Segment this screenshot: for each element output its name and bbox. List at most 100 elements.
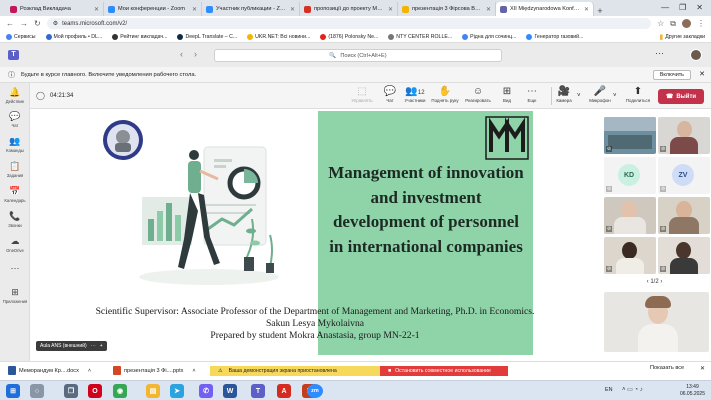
presenter-more-icon[interactable]: ⋯ (91, 343, 96, 349)
participant-video-tile[interactable]: ⊘ (604, 197, 656, 234)
rail-item-calls[interactable]: 📞 Звонки (0, 211, 30, 228)
zoom-icon[interactable]: zm (307, 384, 323, 398)
chevron-up-icon[interactable]: ˄ (192, 368, 195, 374)
close-tab-icon[interactable]: ✕ (192, 6, 197, 13)
user-avatar[interactable] (690, 49, 702, 61)
minimize-icon[interactable]: — (661, 3, 669, 12)
close-icon[interactable]: ✕ (699, 70, 705, 78)
forward-icon[interactable]: → (20, 19, 28, 28)
language-indicator[interactable]: EN (605, 387, 613, 393)
window-controls: — ❐ ✕ (661, 0, 711, 14)
browser-tab-active[interactable]: XII Międzynarodowa Konferencja✕ (496, 2, 594, 16)
enable-notifications-button[interactable]: Включить (652, 70, 691, 80)
browser-tab[interactable]: Мои конференции - Zoom ✕ (104, 2, 202, 16)
close-window-icon[interactable]: ✕ (696, 3, 703, 12)
site-info-icon[interactable]: ⚙ (53, 20, 58, 27)
bookmark[interactable]: UKR.NET: Всі новини... (247, 33, 310, 40)
participant-count: 12 (417, 90, 425, 96)
notification-banner: ⓘ Будьте в курсе главного. Включите увед… (0, 67, 711, 83)
bookmark[interactable]: Мой профиль • DL... (45, 33, 102, 40)
participant-video-tile[interactable]: ⊘ (604, 237, 656, 274)
windows-start-icon[interactable]: ⊞ (6, 384, 20, 398)
self-view-video[interactable] (604, 292, 709, 352)
close-tab-icon[interactable]: ✕ (584, 6, 589, 13)
menu-icon[interactable]: ⋮ (697, 19, 705, 28)
participant-avatar-tile[interactable]: KD ⊘ (604, 157, 656, 194)
toolbar-more[interactable]: ⋯ Еще (515, 86, 549, 103)
close-tab-icon[interactable]: ✕ (388, 6, 393, 13)
browser-tab[interactable]: Участник публикации - Zoom ✕ (202, 2, 300, 16)
participant-avatar-tile[interactable]: ZV ⊘ (658, 157, 710, 194)
chevron-up-icon[interactable]: ˄ (88, 368, 91, 374)
prev-page-icon[interactable]: ‹ (647, 279, 649, 285)
stop-sharing-button[interactable]: ■ Остановить совместное использование (380, 366, 508, 376)
opera-icon[interactable]: O (88, 384, 102, 398)
search-input[interactable]: 🔍 Поиск (Ctrl+Alt+E) (214, 49, 502, 62)
explorer-icon[interactable]: ▤ (146, 384, 160, 398)
toolbar-microphone[interactable]: 🎤 Микрофон (583, 86, 617, 103)
url-field[interactable]: ⚙ teams.microsoft.com/v2/ (46, 18, 652, 29)
participant-video-tile[interactable]: ⊘ (658, 197, 710, 234)
download-item[interactable]: презентація 3 Фі....pptx ˄ (113, 366, 196, 375)
toolbar-raise-hand[interactable]: ✋ Поднять руку (428, 86, 462, 103)
bookmark[interactable]: (1876) Polonsky Ne... (320, 33, 378, 40)
participant-video-tile[interactable]: ⊘ (604, 117, 656, 154)
mic-muted-icon: ⊘ (660, 146, 667, 152)
teams-icon: 👥 (9, 136, 21, 146)
other-bookmarks[interactable]: ▮ Другие закладки (659, 33, 705, 41)
browser-tab[interactable]: Розклад Викладача ✕ (6, 2, 104, 16)
acrobat-icon[interactable]: A (277, 384, 291, 398)
toolbar-share[interactable]: ⬆ Поделиться (621, 86, 655, 103)
close-tab-icon[interactable]: ✕ (290, 6, 295, 13)
toolbar-participants[interactable]: 👥12 Участники (398, 86, 432, 103)
viber-icon[interactable]: ✆ (199, 384, 213, 398)
nav-back-icon[interactable]: ‹ (180, 49, 183, 59)
next-page-icon[interactable]: › (660, 279, 662, 285)
bookmark[interactable]: Генератор газовий... (526, 33, 583, 40)
add-icon[interactable]: + (100, 343, 103, 349)
extensions-icon[interactable]: ⧉ (670, 19, 676, 29)
rail-item-calendar[interactable]: 📅 Календарь (0, 186, 30, 203)
camera-options-chevron-icon[interactable]: ˅ (577, 93, 581, 99)
bookmark[interactable]: Рідна для сочинц... (462, 33, 516, 40)
profile-avatar[interactable] (682, 19, 691, 28)
chrome-icon[interactable]: ◉ (113, 384, 127, 398)
star-icon[interactable]: ☆ (657, 19, 664, 28)
telegram-icon[interactable]: ➤ (170, 384, 184, 398)
rail-item-apps[interactable]: ⊞ Приложения (0, 287, 30, 304)
participant-video-tile[interactable]: ⊘ (658, 237, 710, 274)
bookmark[interactable]: Рейтинг викладач... (112, 33, 167, 40)
close-tab-icon[interactable]: ✕ (486, 6, 491, 13)
new-tab-icon[interactable]: + (594, 6, 606, 16)
bookmark[interactable]: Сервисы (6, 33, 36, 40)
rail-item-onedrive[interactable]: ☁ OneDrive (0, 236, 30, 253)
mic-options-chevron-icon[interactable]: ˅ (613, 93, 617, 99)
bookmark[interactable]: NTY CENTER ROLLE... (388, 33, 452, 40)
rail-item-teams[interactable]: 👥 Команды (0, 136, 30, 153)
rail-item-tasks[interactable]: 📋 Задания (0, 161, 30, 178)
toolbar-camera[interactable]: 🎥 Камера (547, 86, 581, 103)
browser-tab[interactable]: пропозиції до проекту Меморандуму✕ (300, 2, 398, 16)
close-icon[interactable]: ✕ (700, 365, 705, 372)
word-icon[interactable]: W (223, 384, 237, 398)
rail-more[interactable]: ⋯ (0, 263, 30, 275)
rail-item-chat[interactable]: 💬 Чат (0, 111, 30, 128)
teams-app-icon[interactable]: T (251, 384, 265, 398)
download-item[interactable]: Меморандум Кр....docx ˄ (8, 366, 91, 375)
bookmark[interactable]: DeepL Translate – С... (177, 33, 237, 40)
more-options-icon[interactable]: ⋯ (655, 48, 664, 59)
close-tab-icon[interactable]: ✕ (94, 6, 99, 13)
nav-forward-icon[interactable]: › (194, 49, 197, 59)
search-icon[interactable]: ○ (30, 384, 44, 398)
show-all-downloads-button[interactable]: Показать все (650, 365, 684, 371)
participant-video-tile[interactable]: ⊘ (658, 117, 710, 154)
reload-icon[interactable]: ↻ (34, 19, 41, 28)
maximize-icon[interactable]: ❐ (679, 3, 686, 12)
system-clock[interactable]: 13:49 06.05.2025 (680, 384, 705, 398)
task-view-icon[interactable]: ❐ (64, 384, 78, 398)
back-icon[interactable]: ← (6, 19, 14, 28)
leave-button[interactable]: ☎ Выйти (658, 89, 704, 104)
browser-tab[interactable]: презентація 3 Фірсова Вероніка✕ (398, 2, 496, 16)
rail-item-activity[interactable]: 🔔 Действие (0, 87, 30, 104)
tray-icons[interactable]: ˄ ▭ ◔ ♪ (622, 386, 643, 393)
